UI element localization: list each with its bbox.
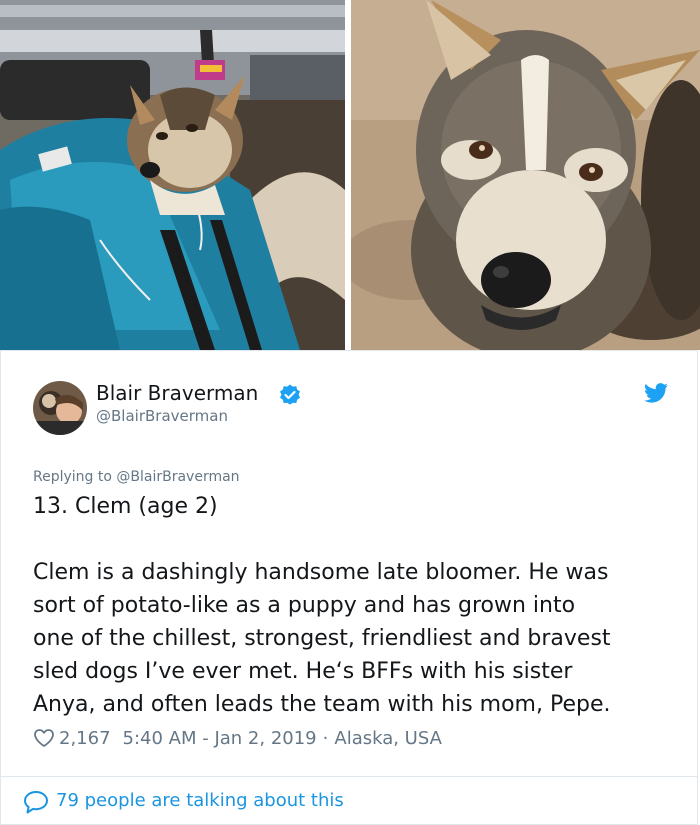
tweet-title: 13. Clem (age 2) <box>33 494 218 519</box>
heart-icon[interactable] <box>33 727 55 749</box>
dog-sled-bag-photo[interactable] <box>0 0 345 350</box>
tweet-location[interactable]: Alaska, USA <box>334 728 442 749</box>
tweet-body-line: Anya, and often leads the team with his … <box>33 692 611 717</box>
talking-link[interactable]: 79 people are talking about this <box>56 790 344 811</box>
like-count[interactable]: 2,167 <box>59 728 111 749</box>
tweet-body: Clem is a dashingly handsome late bloome… <box>33 556 673 721</box>
author-handle[interactable]: @BlairBraverman <box>96 407 228 425</box>
tweet-body-line: Clem is a dashingly handsome late bloome… <box>33 560 609 585</box>
author-avatar[interactable] <box>33 381 87 435</box>
reply-context: Replying to @BlairBraverman <box>33 469 240 485</box>
photo-grid <box>0 0 700 350</box>
tweet-card: Blair Braverman @BlairBraverman Replying… <box>0 350 698 825</box>
meta-separator: · <box>322 727 329 749</box>
reply-prefix: Replying to <box>33 469 117 485</box>
tweet-meta: 2,167 5:40 AM - Jan 2, 2019 · Alaska, US… <box>33 726 442 750</box>
speech-bubble-icon <box>23 790 49 814</box>
tweet-body-line: one of the chillest, strongest, friendli… <box>33 626 611 651</box>
twitter-bird-icon[interactable] <box>644 383 668 403</box>
conversation-footer[interactable]: 79 people are talking about this <box>1 776 697 825</box>
verified-badge-icon <box>279 384 301 406</box>
tweet-body-line: sort of potato-like as a puppy and has g… <box>33 593 576 618</box>
tweet-timestamp[interactable]: 5:40 AM - Jan 2, 2019 <box>123 728 317 749</box>
tweet-body-line: sled dogs I’ve ever met. He‘s BFFs with … <box>33 659 573 684</box>
author-name[interactable]: Blair Braverman <box>96 381 258 405</box>
reply-mention-link[interactable]: @BlairBraverman <box>116 469 239 485</box>
dog-close-up-photo[interactable] <box>351 0 700 350</box>
